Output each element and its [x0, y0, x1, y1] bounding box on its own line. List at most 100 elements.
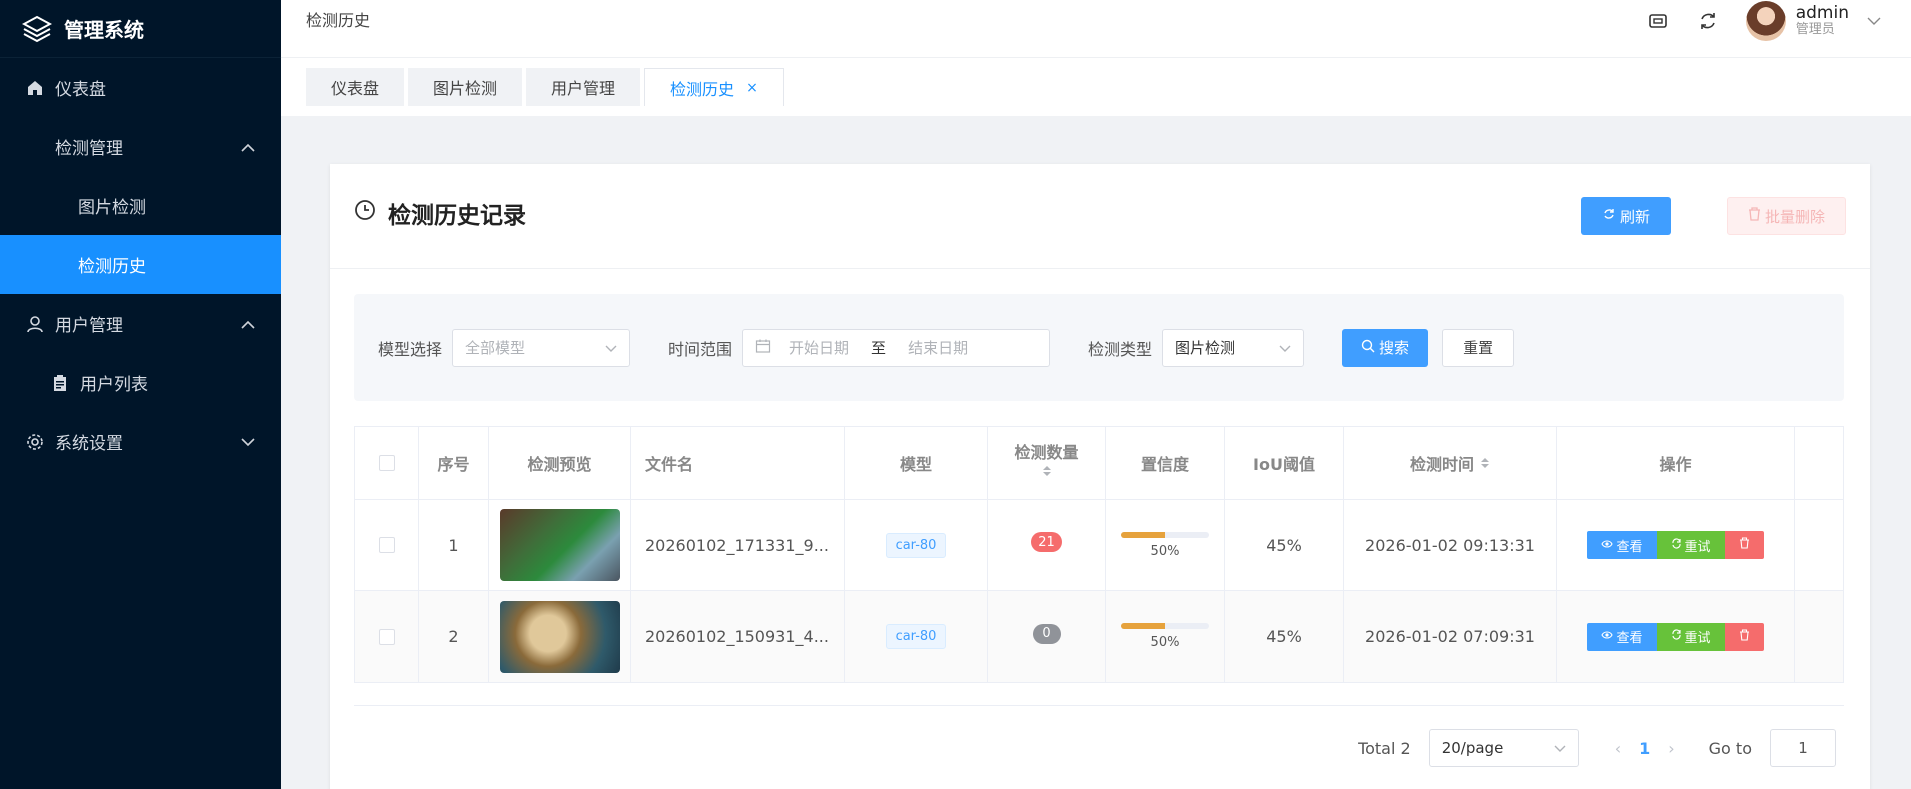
model-select[interactable]: 全部模型 — [452, 328, 631, 367]
tab-image-detection[interactable]: 图片检测 — [408, 68, 523, 106]
search-button[interactable]: 搜索 — [1342, 328, 1429, 367]
tab-detection-history[interactable]: 检测历史 × — [644, 68, 784, 106]
model-placeholder: 全部模型 — [465, 339, 526, 357]
delete-button[interactable] — [1724, 622, 1764, 651]
time-filter-label: 时间范围 — [668, 339, 733, 359]
user-name: admin — [1795, 2, 1849, 23]
col-count[interactable]: 检测数量 — [988, 427, 1106, 499]
table-row: 1 20260102_171331_9... car-80 21 50% 45%… — [355, 500, 1843, 591]
trash-icon — [1748, 207, 1761, 225]
delete-button[interactable] — [1724, 531, 1764, 559]
page-title: 检测历史记录 — [388, 203, 526, 229]
col-index: 序号 — [419, 427, 489, 499]
close-icon[interactable]: × — [746, 80, 758, 96]
next-page-icon[interactable]: › — [1668, 739, 1674, 758]
sidebar-item-detection-history[interactable]: 检测历史 — [0, 235, 281, 294]
breadcrumb: 检测历史 — [306, 10, 371, 30]
app-title: 管理系统 — [64, 18, 144, 42]
col-filename: 文件名 — [631, 427, 845, 499]
confidence-bar — [1121, 531, 1209, 538]
sidebar-item-detection-mgmt[interactable]: 检测管理 — [0, 117, 281, 176]
pagination: Total 2 20/page ‹ 1 › Go to 1 — [1358, 729, 1836, 767]
col-time-label: 检测时间 — [1409, 455, 1474, 474]
tab-label: 检测历史 — [670, 79, 735, 99]
col-confidence: 置信度 — [1106, 427, 1225, 499]
sidebar: 管理系统 仪表盘 检测管理 图片检测 检测历史 用户管理 用户列表 系统设置 — [0, 0, 281, 789]
type-select[interactable]: 图片检测 — [1162, 328, 1305, 367]
tab-user-mgmt[interactable]: 用户管理 — [526, 68, 641, 106]
row-filename: 20260102_171331_9... — [631, 500, 845, 590]
chevron-down-icon — [1554, 739, 1566, 757]
confidence-bar — [1121, 623, 1209, 629]
row-iou: 45% — [1225, 591, 1344, 682]
batch-delete-button[interactable]: 批量删除 — [1726, 197, 1846, 235]
reset-button[interactable]: 重置 — [1442, 328, 1515, 367]
page-number[interactable]: 1 — [1639, 739, 1650, 758]
sidebar-item-dashboard[interactable]: 仪表盘 — [0, 58, 281, 117]
refresh-icon — [1671, 629, 1682, 644]
retry-label: 重试 — [1684, 539, 1711, 555]
chevron-down-icon — [605, 339, 617, 357]
col-time[interactable]: 检测时间 — [1344, 427, 1557, 499]
goto-label: Go to — [1708, 738, 1752, 758]
chevron-up-icon — [241, 137, 255, 157]
sidebar-item-settings[interactable]: 系统设置 — [0, 412, 281, 471]
batch-delete-label: 批量删除 — [1764, 207, 1825, 226]
select-all-checkbox[interactable] — [378, 455, 395, 471]
model-tag: car-80 — [885, 532, 947, 558]
sidebar-item-label: 检测管理 — [55, 139, 123, 159]
page-size-value: 20/page — [1441, 739, 1504, 757]
history-table: 序号 检测预览 文件名 模型 检测数量 置信度 IoU阈值 检测时间 操作 1 … — [354, 426, 1844, 683]
calendar-icon — [755, 338, 771, 358]
col-count-label: 检测数量 — [1014, 443, 1079, 462]
model-filter-label: 模型选择 — [378, 339, 443, 359]
date-range-picker[interactable]: 开始日期 至 结束日期 — [742, 328, 1051, 367]
sort-icon[interactable] — [1042, 463, 1052, 483]
retry-button[interactable]: 重试 — [1656, 531, 1725, 559]
col-actions: 操作 — [1557, 427, 1795, 499]
sidebar-item-label: 用户列表 — [80, 375, 148, 395]
row-checkbox[interactable] — [378, 537, 395, 553]
view-button[interactable]: 查看 — [1587, 531, 1657, 559]
sidebar-item-label: 检测历史 — [78, 257, 146, 277]
home-icon — [25, 78, 45, 98]
goto-page-input[interactable]: 1 — [1770, 729, 1836, 767]
row-index: 2 — [419, 591, 489, 682]
tab-dashboard[interactable]: 仪表盘 — [306, 68, 405, 106]
retry-label: 重试 — [1684, 631, 1711, 646]
col-iou: IoU阈值 — [1225, 427, 1344, 499]
prev-page-icon[interactable]: ‹ — [1615, 739, 1621, 758]
refresh-button[interactable]: 刷新 — [1580, 197, 1671, 235]
view-label: 查看 — [1616, 539, 1643, 555]
avatar — [1745, 0, 1786, 41]
page-size-select[interactable]: 20/page — [1428, 729, 1579, 767]
model-tag: car-80 — [885, 624, 947, 649]
end-date-input[interactable]: 结束日期 — [908, 337, 968, 358]
type-value: 图片检测 — [1175, 339, 1236, 357]
chevron-up-icon — [241, 314, 255, 334]
eye-icon — [1601, 538, 1614, 553]
sidebar-item-label: 仪表盘 — [55, 80, 106, 100]
sort-icon[interactable] — [1480, 456, 1490, 470]
user-icon — [25, 314, 45, 334]
user-menu[interactable]: admin 管理员 — [1745, 0, 1881, 41]
preview-thumbnail[interactable] — [499, 600, 620, 673]
row-checkbox[interactable] — [378, 628, 395, 645]
refresh-icon[interactable] — [1696, 9, 1720, 33]
table-row: 2 20260102_150931_4... car-80 0 50% 45% … — [355, 591, 1843, 682]
view-label: 查看 — [1616, 631, 1643, 646]
sidebar-item-label: 图片检测 — [78, 198, 146, 218]
chevron-down-icon — [1279, 339, 1291, 357]
preview-thumbnail[interactable] — [499, 509, 620, 581]
sidebar-item-image-detection[interactable]: 图片检测 — [0, 176, 281, 235]
type-filter-label: 检测类型 — [1088, 339, 1153, 359]
fullscreen-icon[interactable] — [1646, 9, 1670, 33]
confidence-bar-fill — [1121, 623, 1165, 629]
retry-button[interactable]: 重试 — [1656, 622, 1725, 651]
sidebar-item-user-mgmt[interactable]: 用户管理 — [0, 294, 281, 353]
sidebar-item-user-list[interactable]: 用户列表 — [0, 353, 281, 412]
start-date-input[interactable]: 开始日期 — [789, 337, 849, 358]
chevron-down-icon — [241, 432, 255, 452]
top-header: 检测历史 admin 管理员 — [281, 0, 1911, 58]
view-button[interactable]: 查看 — [1587, 622, 1657, 651]
